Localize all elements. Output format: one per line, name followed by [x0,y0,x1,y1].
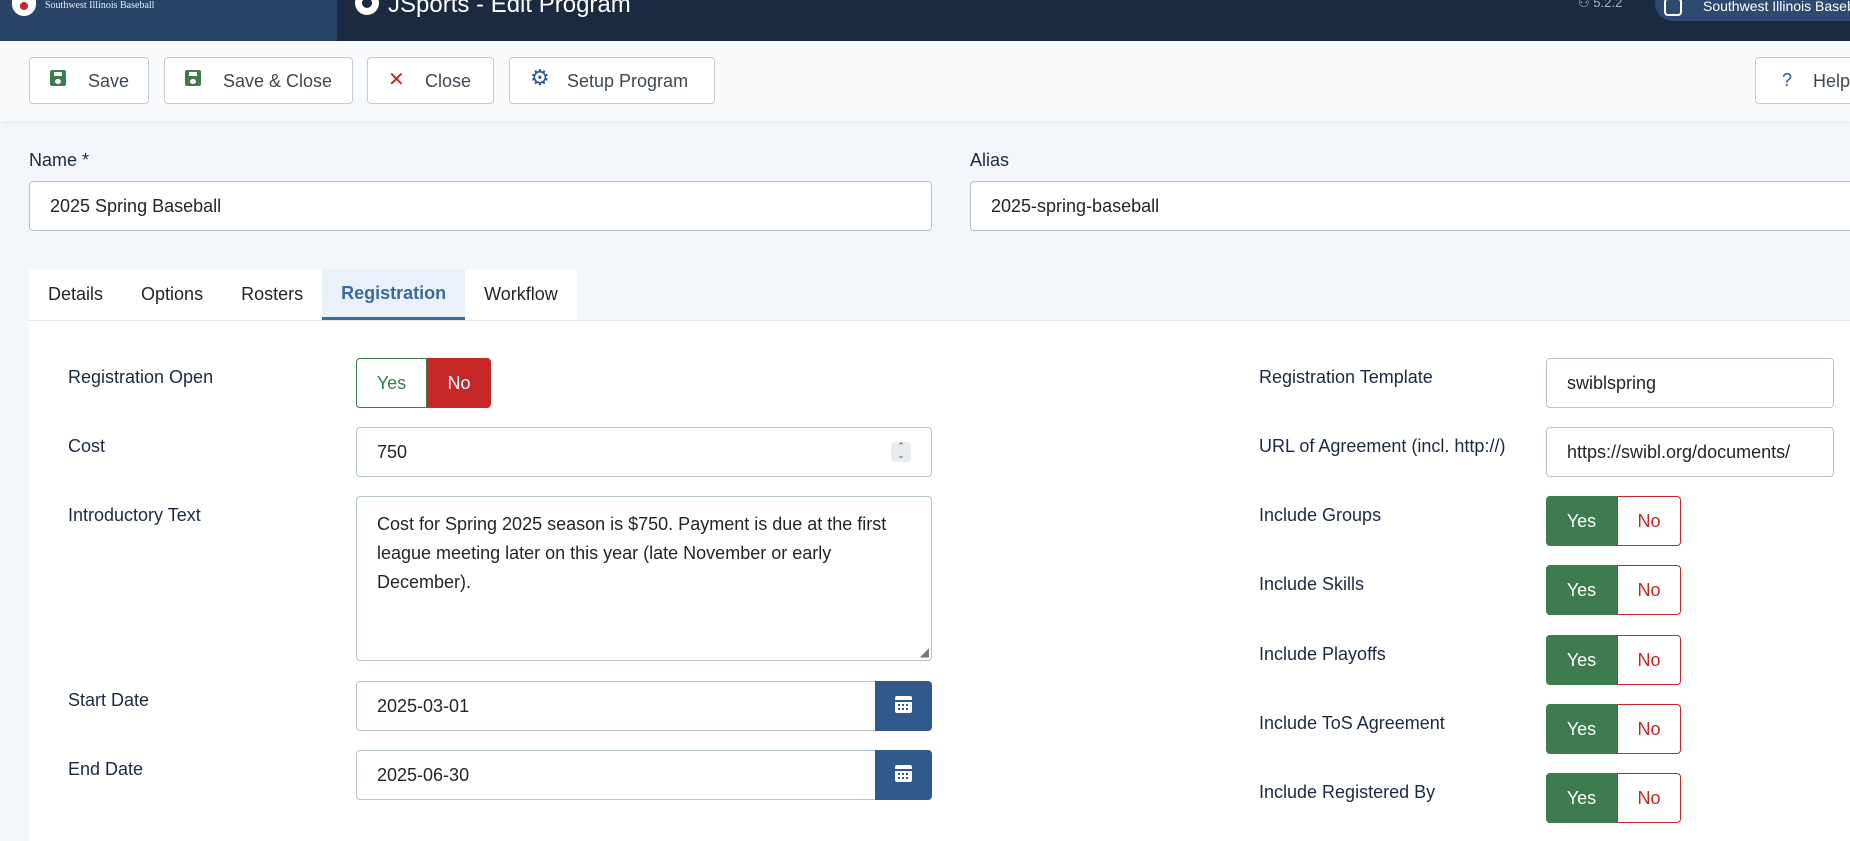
include-playoffs-toggle: Yes No [1546,635,1681,685]
tab-rosters[interactable]: Rosters [222,269,322,320]
include-playoffs-yes[interactable]: Yes [1546,635,1617,685]
registration-open-label: Registration Open [68,367,214,387]
end-date-value: 2025-06-30 [377,764,470,785]
version-text: 5.2.2 [1593,0,1623,10]
save-close-label: Save & Close [223,71,333,91]
registration-template-input[interactable]: swiblspring [1546,358,1834,408]
gear-icon: ⚙ [530,65,550,90]
top-header: Southwest Illinois Baseball JSports - Ed… [0,0,1850,41]
include-registered-by-toggle: Yes No [1546,773,1681,823]
version-badge: ⚇ 5.2.2 [1578,0,1622,11]
registration-open-toggle: Yes No [356,358,491,408]
include-groups-no[interactable]: No [1617,496,1681,546]
end-date-calendar-button[interactable] [875,750,932,800]
alias-input[interactable]: 2025-spring-baseball [970,181,1850,231]
save-label: Save [88,71,130,91]
name-label: Name * [29,150,90,170]
registration-template-label: Registration Template [1259,367,1433,387]
registration-open-no[interactable]: No [427,358,491,408]
start-date-input[interactable]: 2025-03-01 [356,681,877,731]
help-label: Help [1813,71,1850,91]
include-registered-by-no[interactable]: No [1617,773,1681,823]
agreement-url-label: URL of Agreement (incl. http://) [1259,436,1506,456]
site-brand[interactable]: Southwest Illinois Baseball [0,0,337,41]
tab-bar: Details Options Rosters Registration Wor… [29,269,577,320]
save-icon [50,70,66,90]
start-date-calendar-button[interactable] [875,681,932,731]
start-date-label: Start Date [68,690,150,710]
include-skills-label: Include Skills [1259,574,1365,594]
include-tos-toggle: Yes No [1546,704,1681,754]
intro-text-value: Cost for Spring 2025 season is $750. Pay… [377,514,887,592]
end-date-label: End Date [68,759,144,779]
tab-options[interactable]: Options [122,269,222,320]
include-tos-yes[interactable]: Yes [1546,704,1617,754]
agreement-url-value: https://swibl.org/documents/ [1567,441,1791,462]
toolbar: Save Save & Close ✕ Close ⚙ Setup Progra… [0,41,1850,121]
include-skills-yes[interactable]: Yes [1546,565,1617,615]
alias-label: Alias [970,150,1010,170]
close-label: Close [425,71,472,91]
calendar-icon [895,765,912,782]
tab-registration[interactable]: Registration [322,269,466,320]
include-playoffs-label: Include Playoffs [1259,644,1386,664]
include-registered-by-label: Include Registered By [1259,782,1436,802]
cost-label: Cost [68,436,106,456]
setup-program-button[interactable]: ⚙ Setup Program [509,57,715,104]
agreement-url-input[interactable]: https://swibl.org/documents/ [1546,427,1834,477]
baseball-logo-icon [12,0,36,16]
tab-workflow[interactable]: Workflow [465,269,577,320]
registration-template-value: swiblspring [1567,372,1657,393]
site-link-label: Southwest Illinois Baseball [1703,0,1850,14]
alias-value: 2025-spring-baseball [991,195,1160,216]
close-icon: ✕ [388,69,405,91]
name-input[interactable]: 2025 Spring Baseball [29,181,932,231]
include-groups-label: Include Groups [1259,505,1382,525]
help-button[interactable]: ? Help [1755,57,1850,104]
setup-program-label: Setup Program [567,71,689,91]
external-link-icon [1664,0,1682,16]
tab-details[interactable]: Details [29,269,122,320]
brand-text: Southwest Illinois Baseball [45,0,155,11]
include-skills-toggle: Yes No [1546,565,1681,615]
end-date-input[interactable]: 2025-06-30 [356,750,877,800]
include-groups-toggle: Yes No [1546,496,1681,546]
name-value: 2025 Spring Baseball [50,195,222,216]
question-icon: ? [1782,70,1793,90]
include-playoffs-no[interactable]: No [1617,635,1681,685]
include-groups-yes[interactable]: Yes [1546,496,1617,546]
include-skills-no[interactable]: No [1617,565,1681,615]
include-registered-by-yes[interactable]: Yes [1546,773,1617,823]
cost-value: 750 [377,441,408,462]
spinner-icon[interactable]: ⌃ ⌄ [891,442,911,462]
page-title: JSports - Edit Program [388,0,631,18]
cost-input[interactable]: 750 ⌃ ⌄ [356,427,932,477]
site-link-button[interactable]: Southwest Illinois Baseball [1655,0,1850,21]
save-icon [185,70,201,90]
joomla-icon [355,0,379,15]
save-button[interactable]: Save [29,57,149,104]
registration-open-yes[interactable]: Yes [356,358,427,408]
start-date-value: 2025-03-01 [377,695,470,716]
save-close-button[interactable]: Save & Close [164,57,353,104]
intro-text-label: Introductory Text [68,505,201,525]
resize-handle-icon[interactable]: ◢ [920,646,929,658]
intro-text-area[interactable]: Cost for Spring 2025 season is $750. Pay… [356,496,932,661]
include-tos-no[interactable]: No [1617,704,1681,754]
include-tos-label: Include ToS Agreement [1259,713,1445,733]
calendar-icon [895,696,912,713]
close-button[interactable]: ✕ Close [367,57,494,104]
